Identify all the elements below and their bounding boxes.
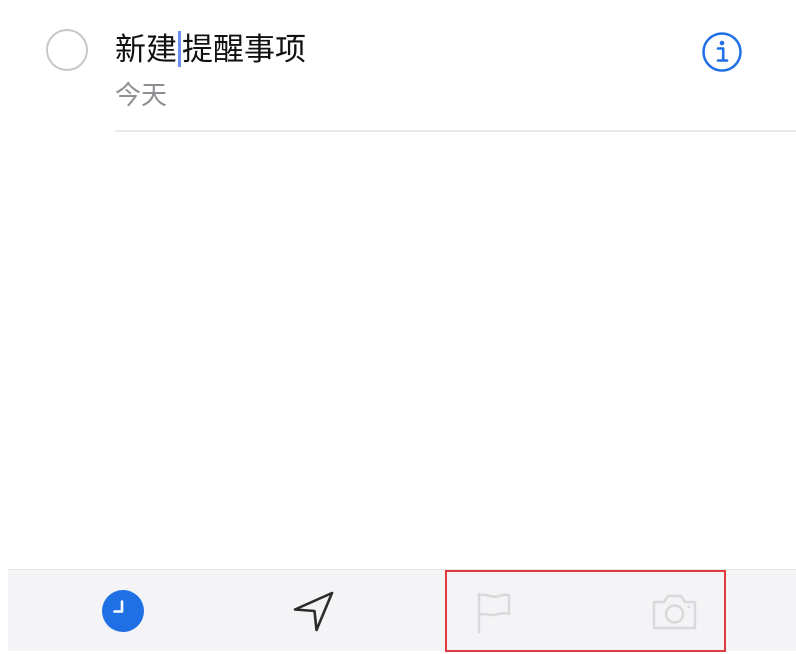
title-text-before-cursor: 新建 — [115, 32, 177, 68]
quick-toolbar — [8, 569, 796, 651]
reminder-title-field[interactable]: 新建 提醒事项 — [115, 28, 306, 72]
photo-button[interactable] — [650, 587, 698, 635]
reminder-date-label: 今天 — [115, 81, 168, 111]
title-text-after-cursor: 提醒事项 — [182, 32, 306, 68]
flag-button[interactable] — [470, 587, 518, 635]
camera-icon — [652, 594, 697, 630]
reminder-row: 新建 提醒事项 今天 — [0, 0, 796, 132]
info-icon-graphic — [702, 32, 742, 72]
text-cursor — [178, 31, 181, 67]
info-icon[interactable] — [701, 31, 743, 73]
clock-icon — [102, 590, 144, 632]
time-reminder-button[interactable] — [99, 587, 147, 635]
complete-circle-button[interactable] — [46, 29, 88, 71]
location-button[interactable] — [290, 587, 338, 635]
reminder-editor-screen: 新建 提醒事项 今天 — [0, 0, 796, 654]
flag-icon — [477, 592, 511, 633]
row-divider — [115, 130, 796, 132]
location-arrow-icon — [293, 591, 334, 632]
